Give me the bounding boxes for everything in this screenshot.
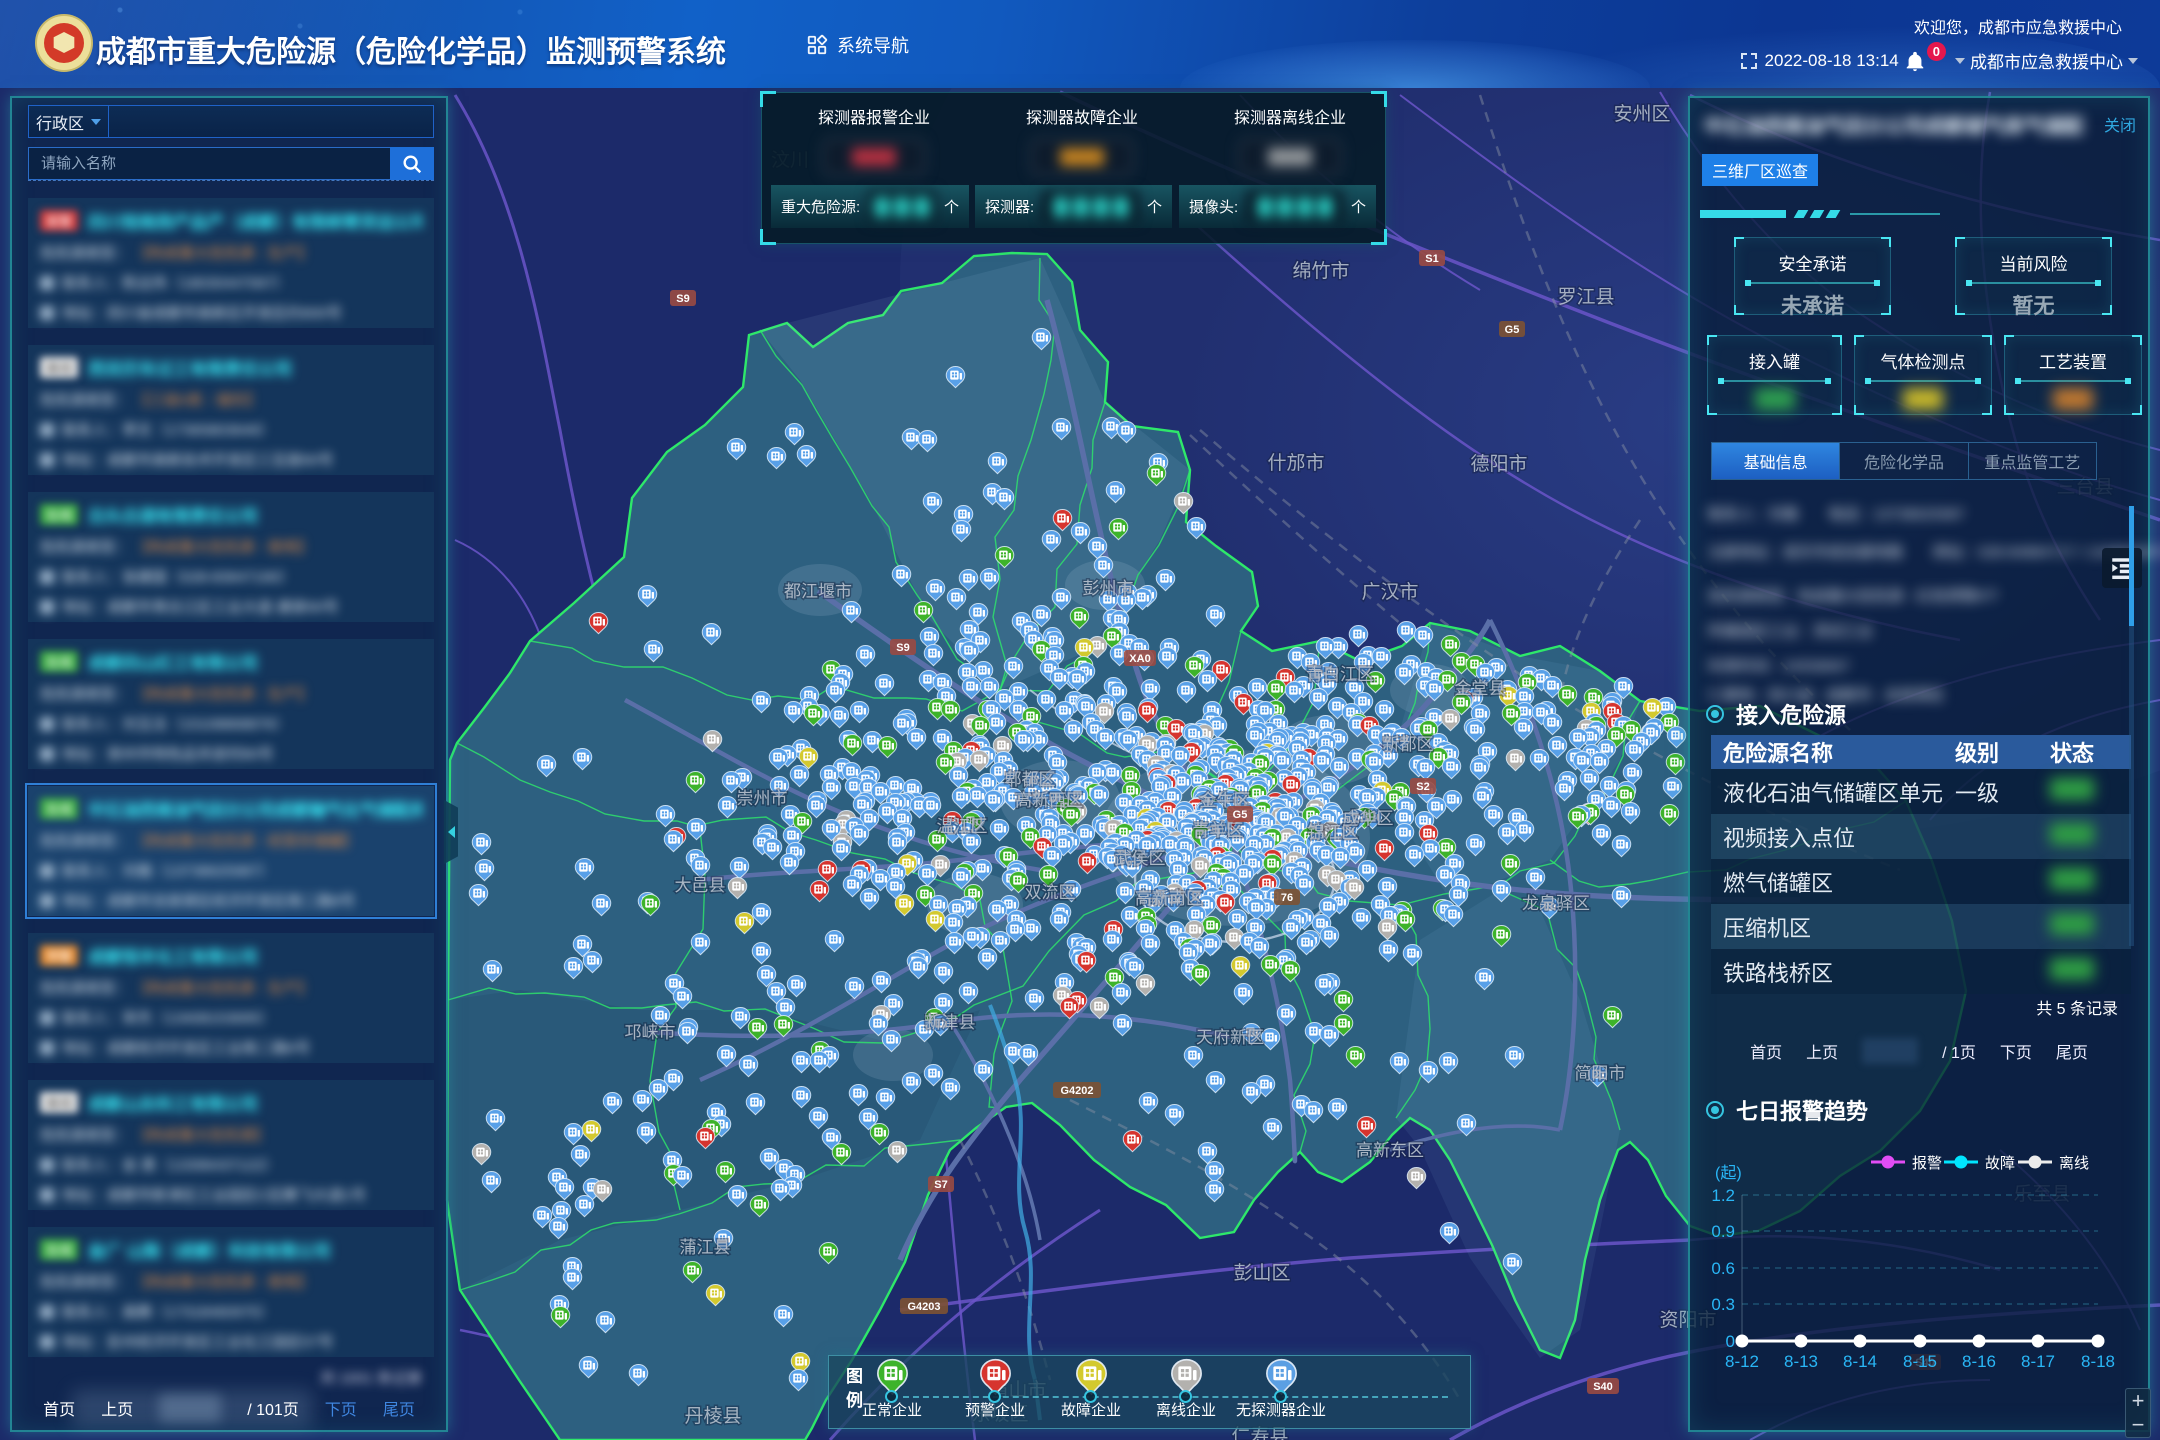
svg-text:武侯区: 武侯区 (1115, 849, 1166, 868)
svg-text:德阳市: 德阳市 (1470, 453, 1527, 475)
svg-text:S7: S7 (934, 1179, 947, 1191)
svg-text:邛崃市: 邛崃市 (625, 1023, 676, 1042)
svg-text:0.6: 0.6 (1711, 1259, 1735, 1278)
svg-text:彭山区: 彭山区 (1233, 1262, 1290, 1284)
svg-text:S40: S40 (1593, 1381, 1613, 1393)
svg-text:锦江区: 锦江区 (1308, 823, 1359, 842)
svg-text:双流区: 双流区 (1025, 883, 1076, 902)
svg-text:罗江县: 罗江县 (1557, 286, 1614, 308)
svg-text:1.2: 1.2 (1711, 1186, 1735, 1205)
svg-text:S2: S2 (1416, 781, 1429, 793)
svg-text:8-14: 8-14 (1843, 1352, 1877, 1371)
svg-text:新津县: 新津县 (925, 1013, 976, 1032)
svg-text:XA0: XA0 (1129, 653, 1150, 665)
svg-text:G5: G5 (1505, 324, 1520, 336)
svg-text:76: 76 (1281, 892, 1293, 904)
svg-text:G4203: G4203 (907, 1301, 940, 1313)
svg-text:安州区: 安州区 (1613, 103, 1670, 125)
svg-text:金堂县: 金堂县 (1455, 679, 1506, 698)
svg-text:0.9: 0.9 (1711, 1222, 1735, 1241)
svg-text:G5: G5 (1233, 809, 1248, 821)
svg-text:高新西区: 高新西区 (1015, 791, 1083, 810)
svg-text:天府新区: 天府新区 (1196, 1028, 1264, 1047)
svg-text:新都区: 新都区 (1383, 735, 1434, 754)
svg-text:8-17: 8-17 (2021, 1352, 2055, 1371)
svg-text:0: 0 (1726, 1332, 1735, 1351)
svg-text:温江区: 温江区 (937, 817, 988, 836)
svg-text:彭州市: 彭州市 (1083, 579, 1134, 598)
svg-text:简阳市: 简阳市 (1575, 1064, 1626, 1083)
svg-text:青白江区: 青白江区 (1306, 665, 1374, 684)
svg-text:大邑县: 大邑县 (675, 876, 726, 895)
svg-text:G4202: G4202 (1060, 1085, 1093, 1097)
svg-text:绵竹市: 绵竹市 (1292, 260, 1349, 282)
svg-text:8-15: 8-15 (1903, 1352, 1937, 1371)
svg-text:8-18: 8-18 (2081, 1352, 2115, 1371)
svg-text:S1: S1 (1425, 253, 1438, 265)
svg-text:丹棱县: 丹棱县 (684, 1405, 741, 1427)
svg-text:S9: S9 (896, 642, 909, 654)
svg-text:高新南区: 高新南区 (1135, 889, 1203, 908)
svg-text:8-16: 8-16 (1962, 1352, 1996, 1371)
svg-text:广汉市: 广汉市 (1361, 581, 1418, 603)
svg-text:0.3: 0.3 (1711, 1295, 1735, 1314)
svg-text:什邡市: 什邡市 (1267, 452, 1324, 474)
svg-text:高新东区: 高新东区 (1356, 1141, 1424, 1160)
svg-text:(起): (起) (1715, 1164, 1742, 1182)
svg-text:S9: S9 (676, 293, 689, 305)
svg-text:离线: 离线 (2059, 1155, 2089, 1172)
svg-text:都江堰市: 都江堰市 (784, 582, 852, 601)
svg-text:故障: 故障 (1985, 1154, 2015, 1172)
svg-text:崇州市: 崇州市 (737, 789, 788, 808)
svg-text:青羊区: 青羊区 (1193, 821, 1244, 840)
svg-text:8-13: 8-13 (1784, 1352, 1818, 1371)
svg-text:龙泉驿区: 龙泉驿区 (1522, 894, 1590, 913)
svg-text:报警: 报警 (1912, 1155, 1942, 1172)
svg-text:郫都区: 郫都区 (1005, 770, 1056, 789)
svg-text:8-12: 8-12 (1725, 1352, 1759, 1371)
svg-text:蒲江县: 蒲江县 (680, 1238, 731, 1257)
